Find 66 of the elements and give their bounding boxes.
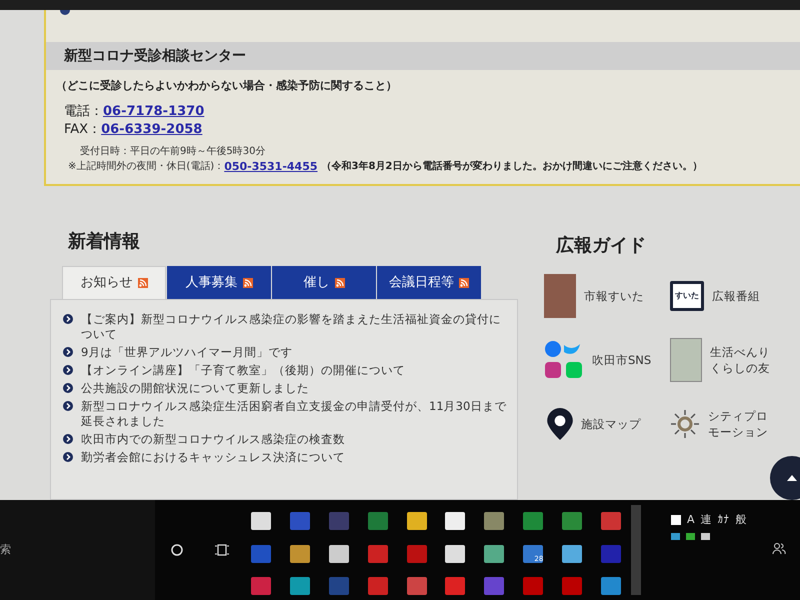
after-hours-label: ※上記時間外の夜間・休日(電話)： [68,160,224,174]
phone-link[interactable]: 06-6339-2058 [101,120,202,140]
tab[interactable]: 人事募集 [167,266,271,299]
section-heading: 新型コロナ受診相談センター [46,42,800,70]
app-icon[interactable] [290,544,310,563]
social-icons-drawing [544,340,584,380]
chevron-icon [63,452,73,462]
guide-link[interactable]: 施設マップ [581,416,651,432]
news-link[interactable]: 公共施設の開館状況について更新しました [81,381,309,396]
app-icon[interactable] [445,544,466,563]
notice-text: （令和3年8月2日から電話番号が変わりました。おかけ間違いにご注意ください。） [322,159,702,174]
app-icon[interactable] [406,512,427,530]
chevron-icon [63,434,73,444]
news-link[interactable]: 【オンライン講座】「子育て教室」（後期）の開催について [81,363,405,378]
task-view-icon [215,544,229,556]
app-icon[interactable] [290,577,310,596]
phone-link[interactable]: 06-7178-1370 [103,102,204,122]
ime-indicator[interactable]: 般 [736,512,747,528]
section-heading: 新着情報 [68,230,141,252]
tv-icon: すいた [670,281,704,311]
tab[interactable]: お知らせ [62,266,166,299]
chevron-icon [63,365,73,375]
guide-link[interactable]: シティプロモーション [708,408,778,440]
hours-text: 受付日時：平日の午前9時～午後5時30分 [79,144,266,158]
section-heading: 広報ガイド [556,234,647,258]
news-link[interactable]: 新型コロナウイルス感染症生活困窮者自立支援金の申請受付が、11月30日まで延長されました [81,399,511,429]
search-box-text: 索 [0,542,11,558]
chevron-icon [63,401,73,411]
guide-link[interactable]: 生活べんりくらしの友 [710,344,780,376]
chevron-icon [60,10,70,16]
photo-placeholder [544,274,576,318]
rss-icon [138,278,148,288]
rss-icon [459,278,469,288]
rss-icon [242,278,252,288]
contact-label: FAX： [64,120,102,139]
app-icon[interactable] [445,512,466,530]
app-icon[interactable] [484,544,504,563]
app-icon[interactable] [328,544,349,563]
guide-link[interactable]: 広報番組 [712,288,782,304]
up-arrow-icon [787,475,797,481]
app-icon[interactable] [562,544,582,563]
cortana-circle-icon [171,544,183,556]
tab[interactable]: 催し [272,266,376,299]
guide-link[interactable]: 市報すいた [584,288,654,304]
news-link[interactable]: 吹田市内での新型コロナウイルス感染症の検査数 [81,432,345,447]
chevron-icon [63,383,73,393]
location-pin-icon [547,408,573,440]
phone-link[interactable]: 050-3531-4455 [224,158,318,175]
scrollbar[interactable] [631,505,641,595]
ime-indicator[interactable]: ｶﾅ [718,512,730,528]
people-icon [772,542,786,554]
note-text: （どこに受診したらよいかわからない場合・感染予防に関すること） [56,78,398,94]
guide-link[interactable]: 吹田市SNS [592,352,662,368]
news-link[interactable]: 勤労者会館におけるキャッシュレス決済について [81,450,345,465]
sunburst-logo-icon [670,409,700,439]
news-link[interactable]: 9月は「世界アルツハイマー月間」です [81,345,292,360]
ime-indicator[interactable]: 連 [700,512,712,528]
ime-indicator[interactable]: A [687,512,695,528]
contact-label: 電話： [64,102,103,121]
rss-icon [334,278,344,288]
booklet-cover-placeholder [670,338,702,382]
news-link[interactable]: 【ご案内】新型コロナウイルス感染症の影響を踏まえた生活福祉資金の貸付について [81,312,511,342]
chevron-icon [63,314,73,324]
tab[interactable]: 会議日程等 [377,266,481,299]
chevron-icon [63,347,73,357]
ime-icon [671,515,681,526]
